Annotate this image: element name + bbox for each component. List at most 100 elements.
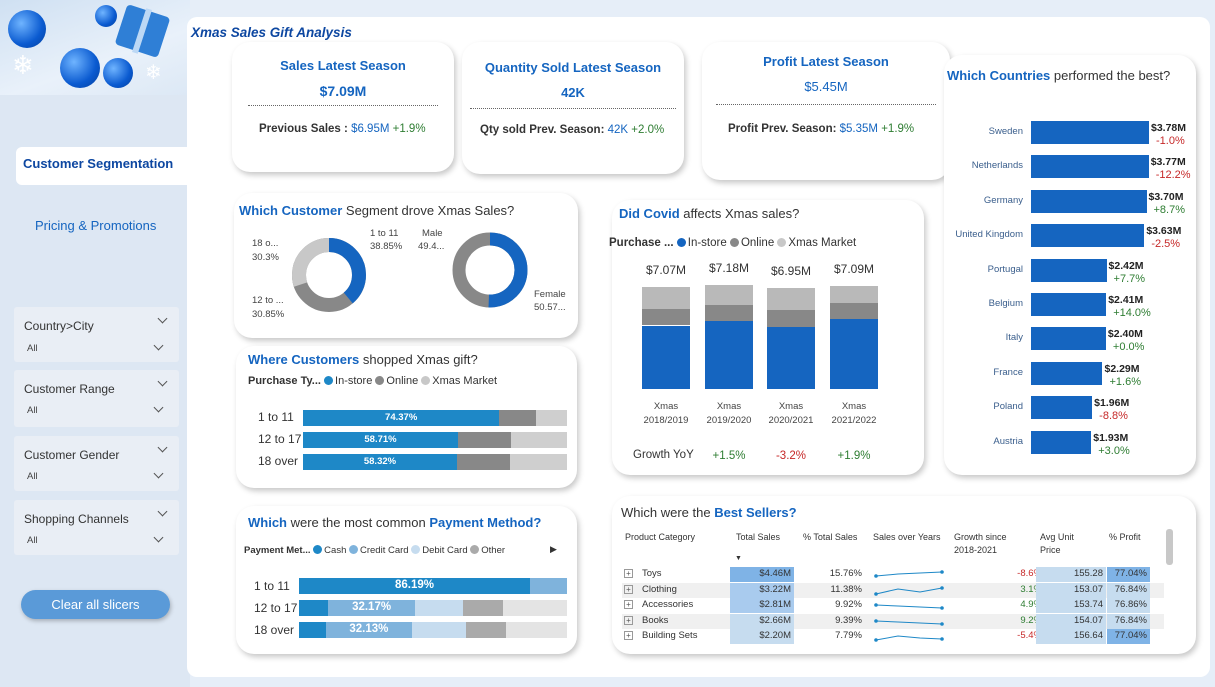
row-label: 1 to 11 <box>254 579 290 593</box>
country-bar <box>1031 293 1107 316</box>
kpi-prev-value: $5.35M <box>839 123 878 135</box>
age-value-1to11: 38.85% <box>370 241 403 252</box>
country-value: $2.42M <box>1108 259 1144 272</box>
column-total-label: $7.07M <box>645 262 687 277</box>
chevron-down-icon[interactable] <box>157 506 168 517</box>
bar-online <box>499 410 537 426</box>
row-label: 12 to 17 <box>258 432 302 446</box>
country-label: Italy <box>1005 332 1023 344</box>
country-label: Austria <box>993 435 1023 447</box>
age-donut-chart[interactable] <box>289 235 369 315</box>
column-online <box>830 302 878 320</box>
countries-card: Which Countries performed the best? Swed… <box>944 55 1196 475</box>
bar-value: 74.37% <box>385 412 418 423</box>
chevron-down-icon[interactable] <box>157 442 168 453</box>
legend-title: Purchase Ty... <box>248 375 321 387</box>
table-row[interactable]: + Building Sets $2.20M 7.79% -5.4% 156.64 77.0… <box>622 629 1164 644</box>
section-title-bold: Did Covid <box>619 206 680 221</box>
gender-label-female: Female <box>534 289 566 300</box>
chevron-down-icon[interactable] <box>157 313 168 324</box>
x-tick-label: Xmas <box>716 401 742 412</box>
chevron-down-icon[interactable] <box>153 532 164 543</box>
country-bar <box>1031 224 1145 248</box>
cell-profit: 76.84% <box>1107 582 1150 598</box>
table-row[interactable]: + Books $2.66M 9.39% 9.2% 154.07 76.84% <box>622 613 1164 629</box>
column-market <box>642 286 690 310</box>
kpi-prev-label: Previous Sales : <box>259 123 348 135</box>
nav-tab-customer-segmentation[interactable]: Customer Segmentation <box>16 147 188 185</box>
column-instore <box>830 319 878 389</box>
column-market <box>705 285 753 305</box>
section-title-a: Which <box>248 515 287 530</box>
channel-legend: Purchase Ty... In-store Online Xmas Mark… <box>248 375 497 387</box>
column-instore <box>767 326 815 389</box>
column-total-label: $7.09M <box>833 262 875 277</box>
slicer-customer-gender[interactable]: Customer Gender All <box>14 436 179 491</box>
country-value: $1.93M <box>1093 431 1129 444</box>
table-row[interactable]: + Toys $4.46M 15.76% -8.6% 155.28 77.04% <box>622 567 1164 582</box>
legend-next-arrow-icon[interactable]: ▶ <box>550 544 557 555</box>
covid-legend: Purchase ... In-store Online Xmas Market <box>609 237 856 249</box>
cell-sparkline <box>874 603 944 610</box>
clear-slicers-button[interactable]: Clear all slicers <box>21 590 170 619</box>
cell-total-sales: $4.46M <box>730 567 794 582</box>
nav-tab-pricing-promotions[interactable]: Pricing & Promotions <box>16 210 176 240</box>
legend-item: Other <box>481 545 506 556</box>
legend-title: Payment Met... <box>244 545 311 556</box>
legend-item: Cash <box>324 545 347 556</box>
bar-debit <box>411 622 466 638</box>
cell-profit: 77.04% <box>1107 567 1150 582</box>
payment-card: Which were the most common Payment Metho… <box>236 506 577 654</box>
bar-value: 32.13% <box>349 623 389 635</box>
country-label: Germany <box>983 194 1023 206</box>
cell-pct-sales: 15.76% <box>829 568 862 579</box>
x-tick-label: Xmas <box>653 401 679 412</box>
x-tick-label: 2021/2022 <box>831 415 877 426</box>
cell-profit: 76.84% <box>1107 613 1150 629</box>
row-label: 12 to 17 <box>254 601 298 615</box>
growth-value: +1.9% <box>837 450 871 462</box>
country-bar <box>1031 396 1093 420</box>
table-row[interactable]: + Accessories $2.81M 9.92% 4.9% 153.74 76.86% <box>622 598 1164 613</box>
cell-avg-price: 153.07 <box>1036 582 1106 598</box>
bar-value: 58.32% <box>363 456 397 467</box>
legend-item: In-store <box>687 237 727 249</box>
chevron-down-icon[interactable] <box>157 376 168 387</box>
cell-sparkline <box>874 618 944 626</box>
kpi-card-quantity: Quantity Sold Latest Season 42K Qty sold… <box>462 42 684 174</box>
chevron-down-icon[interactable] <box>153 340 164 351</box>
cell-category: Toys <box>642 568 662 579</box>
bar-other <box>465 622 506 638</box>
kpi-title: Sales Latest Season <box>280 58 406 73</box>
gender-donut-chart[interactable] <box>450 230 530 310</box>
cell-growth: -5.4% <box>1017 630 1042 641</box>
slicer-customer-range[interactable]: Customer Range All <box>14 370 179 427</box>
country-bar <box>1031 430 1092 454</box>
kpi-change: +1.9% <box>881 123 915 135</box>
cell-profit: 76.86% <box>1107 598 1150 613</box>
column-market <box>767 288 815 311</box>
country-bar <box>1031 327 1106 351</box>
bar-online <box>456 454 510 470</box>
slicer-country-city[interactable]: Country>City All <box>14 307 179 362</box>
age-value-18over: 30.3% <box>252 252 279 263</box>
kpi-card-profit: Profit Latest Season $5.45M Profit Prev.… <box>702 42 950 180</box>
section-title-bold: Which Countries <box>947 68 1051 83</box>
kpi-change: +1.9% <box>392 123 426 135</box>
table-row[interactable]: + Clothing $3.22M 11.38% 3.1% 153.07 76.84% <box>622 582 1164 598</box>
age-label-1to11: 1 to 11 <box>370 228 399 239</box>
country-bar <box>1031 189 1147 213</box>
row-label: 18 over <box>258 454 299 468</box>
cell-total-sales: $3.22M <box>730 582 794 598</box>
slicer-shopping-channels[interactable]: Shopping Channels All <box>14 500 179 555</box>
country-value: $2.40M <box>1107 328 1143 341</box>
legend-item: Online <box>386 375 419 387</box>
country-value: $2.29M <box>1104 362 1140 375</box>
country-bar <box>1031 258 1107 282</box>
chevron-down-icon[interactable] <box>153 468 164 479</box>
legend-item: In-store <box>335 375 373 387</box>
chevron-down-icon[interactable] <box>153 402 164 413</box>
bar-other <box>462 600 504 616</box>
legend-item: Xmas Market <box>788 237 857 249</box>
cell-growth: 3.1% <box>1020 583 1042 595</box>
